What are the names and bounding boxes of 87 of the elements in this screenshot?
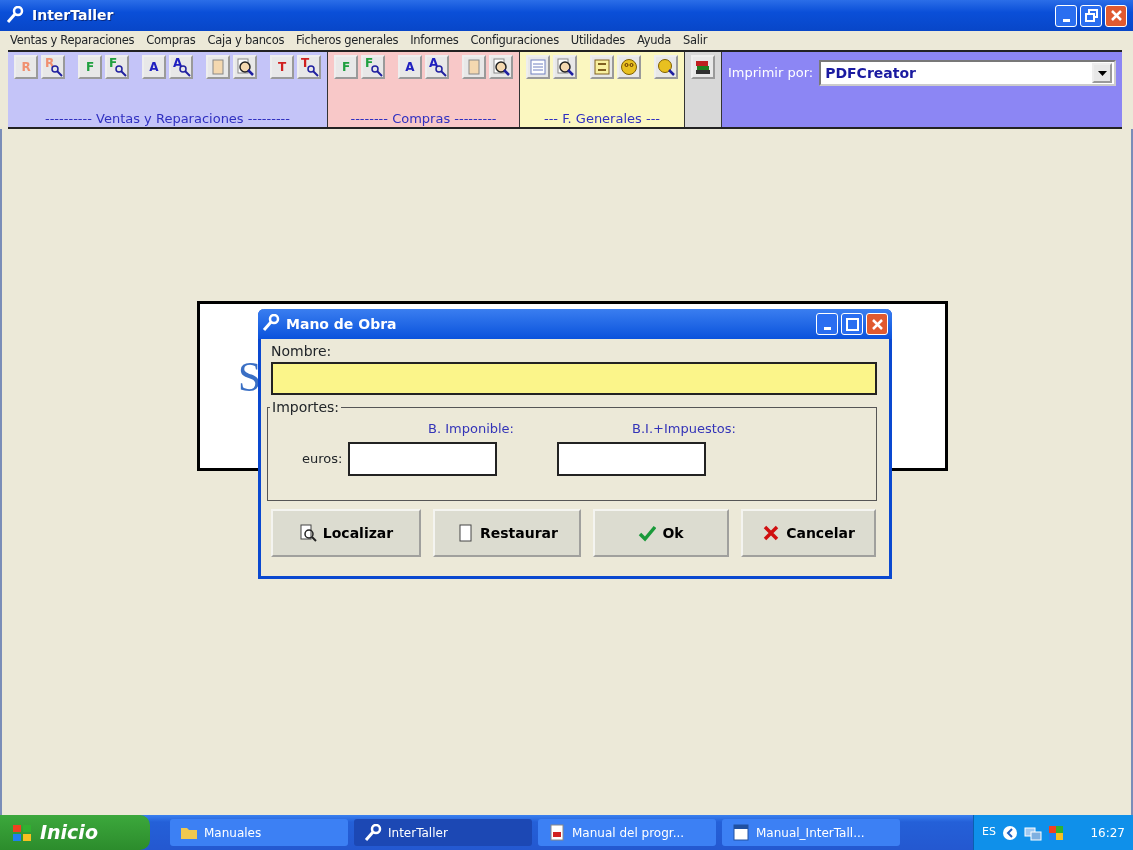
- flag-icon: [1047, 824, 1064, 841]
- taskbar-button[interactable]: Manual del progr...: [538, 819, 716, 846]
- column-label: B. Imponible:: [428, 420, 515, 438]
- menu-item[interactable]: Utilidades: [570, 31, 626, 50]
- group-label: ---------- Ventas y Reparaciones ---------: [44, 111, 291, 127]
- field-label: Nombre:: [271, 342, 333, 361]
- key-icon: [364, 824, 382, 841]
- clock: 16:27: [1090, 824, 1125, 842]
- restore-icon: [1083, 8, 1099, 23]
- find-icon: [298, 524, 317, 542]
- magnifier-icon: [51, 65, 63, 77]
- minimize-button[interactable]: [1055, 4, 1077, 27]
- maximize-icon: [844, 316, 860, 332]
- list-icon: [593, 58, 611, 76]
- magnifier-icon: [657, 58, 675, 76]
- magnifier-icon: [556, 58, 574, 76]
- menu-item[interactable]: Ventas y Reparaciones: [10, 31, 135, 50]
- caret-icon: [1097, 70, 1107, 76]
- group-label: --- F. Generales ---: [542, 111, 662, 127]
- name-field[interactable]: [271, 362, 877, 395]
- dialog-button[interactable]: Cancelar: [741, 509, 876, 557]
- close-icon: [1108, 8, 1124, 23]
- document-icon: [548, 824, 566, 841]
- menu-item[interactable]: Caja y bancos: [207, 31, 285, 50]
- document-icon: [732, 824, 750, 841]
- page-icon: [465, 58, 483, 76]
- key-icon: [6, 5, 26, 26]
- cross-icon: [762, 524, 781, 542]
- toolbar-button[interactable]: [553, 55, 577, 79]
- toolbar-button[interactable]: T: [270, 55, 294, 79]
- panel-text: S: [238, 356, 262, 398]
- menu-item[interactable]: Salir: [683, 31, 708, 50]
- minimize-icon: [1062, 18, 1070, 22]
- amount-field[interactable]: [557, 441, 707, 476]
- network-icon: [1023, 824, 1042, 841]
- toolbar-button[interactable]: [233, 55, 257, 79]
- magnifier-icon: [435, 65, 447, 77]
- row-label: euros:: [302, 449, 343, 468]
- key-icon: [262, 314, 282, 334]
- close-button[interactable]: [866, 313, 888, 335]
- page-icon: [456, 524, 474, 542]
- close-icon: [869, 316, 885, 332]
- check-icon: [638, 524, 657, 542]
- dialog-button[interactable]: Ok: [593, 509, 729, 557]
- menu-item[interactable]: Informes: [410, 31, 459, 50]
- smiley-icon: [620, 58, 638, 76]
- magnifier-icon: [115, 65, 127, 77]
- stack-icon: [694, 58, 712, 76]
- menu-item[interactable]: Compras: [146, 31, 196, 50]
- chevron-icon: [1001, 824, 1018, 841]
- toolbar-button[interactable]: A: [398, 55, 422, 79]
- column-label: B.I.+Impuestos:: [632, 420, 736, 438]
- page-icon: [209, 58, 227, 76]
- taskbar-button[interactable]: Manuales: [170, 819, 348, 846]
- toolbar-button[interactable]: [654, 55, 678, 79]
- printer-label: Imprimir por:: [728, 64, 814, 82]
- maximize-button[interactable]: [841, 313, 863, 335]
- restore-button[interactable]: [1080, 4, 1102, 27]
- minimize-button[interactable]: [816, 313, 838, 335]
- printer-dropdown[interactable]: PDFCreator: [819, 60, 1116, 86]
- windows-logo-icon: [12, 823, 32, 842]
- sheet-icon: [529, 58, 547, 76]
- toolbar-button[interactable]: [489, 55, 513, 79]
- toolbar-button[interactable]: [691, 55, 715, 79]
- dialog-title: Mano de Obra: [286, 314, 397, 334]
- magnifier-icon: [307, 65, 319, 77]
- menu-item[interactable]: Ayuda: [637, 31, 672, 50]
- taskbar-button[interactable]: InterTaller: [354, 819, 532, 846]
- start-button[interactable]: Inicio: [0, 815, 150, 850]
- window-title: InterTaller: [32, 6, 114, 25]
- menu-item[interactable]: Configuraciones: [470, 31, 559, 50]
- magnifier-icon: [179, 65, 191, 77]
- dialog-button[interactable]: Localizar: [271, 509, 421, 557]
- group-label: -------- Compras ---------: [349, 111, 498, 127]
- toolbar-button[interactable]: T: [297, 55, 321, 79]
- close-button[interactable]: [1105, 4, 1127, 27]
- dialog-button[interactable]: Restaurar: [433, 509, 581, 557]
- taskbar-button[interactable]: Manual_InterTall...: [722, 819, 900, 846]
- menu-item[interactable]: Ficheros generales: [296, 31, 399, 50]
- magnifier-icon: [371, 65, 383, 77]
- magnifier-icon: [492, 58, 510, 76]
- magnifier-icon: [236, 58, 254, 76]
- toolbar-button[interactable]: A: [169, 55, 193, 79]
- amount-field[interactable]: [348, 441, 498, 476]
- toolbar-button[interactable]: A: [142, 55, 166, 79]
- minimize-icon: [823, 327, 831, 330]
- toolbar-button[interactable]: A: [425, 55, 449, 79]
